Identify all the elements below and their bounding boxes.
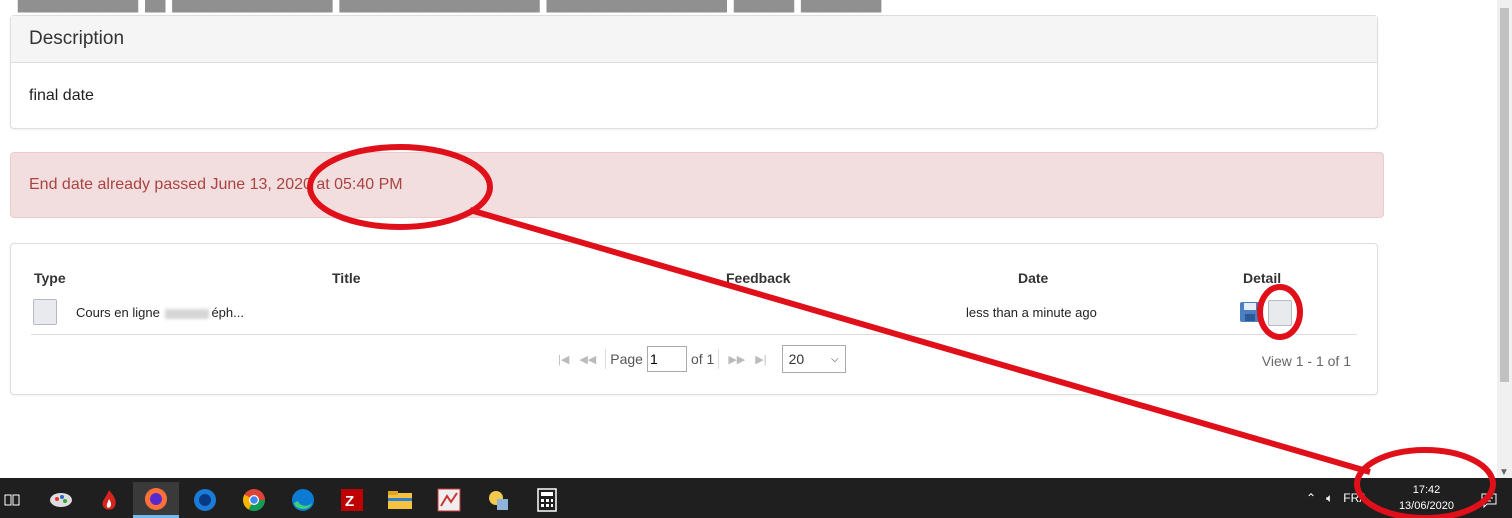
column-header-type[interactable]: Type bbox=[34, 270, 66, 286]
last-page-icon[interactable]: ▶| bbox=[755, 353, 766, 366]
save-icon[interactable] bbox=[1239, 301, 1261, 323]
clock-time: 17:42 bbox=[1412, 484, 1441, 496]
detail-icon[interactable] bbox=[1268, 300, 1292, 326]
page-label: Page bbox=[610, 351, 643, 367]
chevron-down-icon: ⌵ bbox=[830, 353, 839, 365]
calculator-icon[interactable] bbox=[524, 482, 570, 518]
document-icon bbox=[33, 299, 57, 325]
firefox-icon[interactable] bbox=[133, 482, 179, 518]
page-number-input[interactable] bbox=[646, 346, 687, 372]
firefox-developer-icon[interactable] bbox=[182, 482, 228, 518]
volume-icon[interactable]: 🔈︎ bbox=[1326, 491, 1333, 506]
windows-taskbar: Z ⌃ 🔈︎ FRA 17:42 13/06/2020 bbox=[0, 478, 1512, 518]
settings-tool-icon[interactable] bbox=[475, 482, 521, 518]
row-title-text: Cours en ligne bbox=[76, 305, 160, 320]
page-title-cutoff: ▇▇▇▇▇▇ ▇ ▇▇▇▇▇▇▇▇ ▇▇▇▇▇▇▇▇▇▇ ▇▇▇▇▇▇▇▇▇ ▇… bbox=[18, 0, 881, 13]
language-indicator[interactable]: FRA bbox=[1343, 491, 1367, 505]
scrollbar-thumb[interactable] bbox=[1500, 8, 1509, 382]
task-view-icon[interactable] bbox=[0, 482, 24, 518]
scroll-down-icon[interactable]: ▼ bbox=[1499, 467, 1509, 478]
pagination: |◀ ◀◀ Page of 1 ▶▶ ▶| 20 ⌵ bbox=[553, 345, 846, 373]
row-divider bbox=[31, 334, 1357, 335]
pager-separator bbox=[605, 349, 607, 369]
row-title-suffix: éph... bbox=[211, 305, 244, 320]
end-date-alert: End date already passed June 13, 2020 at… bbox=[10, 152, 1384, 218]
page-size-value: 20 bbox=[788, 351, 805, 367]
system-clock[interactable]: 17:42 13/06/2020 bbox=[1399, 482, 1454, 514]
submissions-table-panel: Type Title Feedback Date Detail Cours en… bbox=[10, 243, 1378, 395]
redacted-text bbox=[165, 308, 210, 319]
chrome-icon[interactable] bbox=[231, 482, 277, 518]
edge-icon[interactable] bbox=[280, 482, 326, 518]
view-record-count: View 1 - 1 of 1 bbox=[1261, 353, 1351, 369]
notifications-icon[interactable] bbox=[1466, 482, 1512, 518]
first-page-icon[interactable]: |◀ bbox=[558, 353, 569, 366]
page-size-select[interactable]: 20 ⌵ bbox=[781, 345, 846, 373]
burner-app-icon[interactable] bbox=[86, 482, 132, 518]
paint-app-icon[interactable] bbox=[38, 482, 84, 518]
description-panel: Description final date bbox=[10, 15, 1378, 129]
row-title[interactable]: Cours en ligne éph... bbox=[76, 305, 244, 320]
column-header-date[interactable]: Date bbox=[1018, 270, 1048, 286]
clock-date: 13/06/2020 bbox=[1398, 500, 1454, 512]
page-of-label: of 1 bbox=[690, 351, 715, 367]
tray-expand-icon[interactable]: ⌃ bbox=[1306, 491, 1316, 505]
file-explorer-icon[interactable] bbox=[377, 482, 423, 518]
column-header-feedback[interactable]: Feedback bbox=[726, 270, 791, 286]
vertical-scrollbar[interactable]: ▼ bbox=[1497, 0, 1512, 478]
pager-separator bbox=[718, 349, 720, 369]
prev-page-icon[interactable]: ◀◀ bbox=[579, 353, 596, 366]
description-header: Description bbox=[11, 16, 1377, 63]
system-tray: ⌃ 🔈︎ FRA bbox=[1306, 478, 1367, 518]
next-page-icon[interactable]: ▶▶ bbox=[728, 353, 745, 366]
svg-text:Z: Z bbox=[345, 493, 354, 510]
column-header-detail[interactable]: Detail bbox=[1243, 270, 1281, 286]
filezilla-icon[interactable]: Z bbox=[329, 482, 375, 518]
row-date: less than a minute ago bbox=[966, 305, 1097, 320]
description-body: final date bbox=[29, 87, 94, 104]
image-viewer-icon[interactable] bbox=[426, 482, 472, 518]
column-header-title[interactable]: Title bbox=[332, 270, 361, 286]
